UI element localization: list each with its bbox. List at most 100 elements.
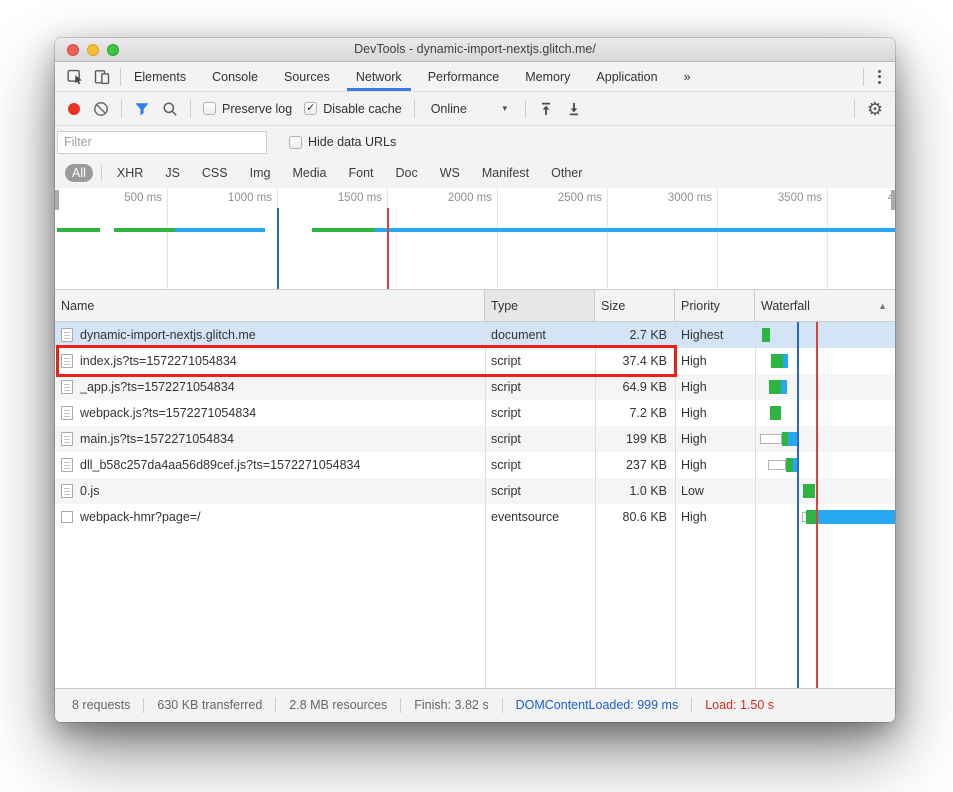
document-icon [61,406,73,420]
waterfall-bar-wait [770,406,781,420]
load-marker-line [387,208,389,289]
overview-gridline [167,188,168,289]
preserve-log-checkbox[interactable] [203,102,216,115]
overview-tick-label: 3000 ms [668,192,712,204]
table-row[interactable]: index.js?ts=1572271054834script37.4 KBHi… [55,348,895,374]
tab-network[interactable]: Network [343,62,415,91]
cell-size: 80.6 KB [595,504,675,530]
table-row[interactable]: 0.jsscript1.0 KBLow [55,478,895,504]
filter-chip-all[interactable]: All [65,164,93,182]
status-bar: 8 requests630 KB transferred2.8 MB resou… [55,688,895,722]
table-row[interactable]: _app.js?ts=1572271054834script64.9 KBHig… [55,374,895,400]
table-row[interactable]: dynamic-import-nextjs.glitch.medocument2… [55,322,895,348]
hide-data-urls-checkbox[interactable] [289,136,302,149]
tab-console[interactable]: Console [199,62,271,91]
settings-gear-icon[interactable]: ⚙ [867,100,883,118]
tab-overflow-chevron[interactable]: » [671,62,704,91]
column-header-priority[interactable]: Priority [675,290,755,321]
document-icon [61,380,73,394]
cell-size: 64.9 KB [595,374,675,400]
waterfall-bar-download [783,354,788,368]
filter-chip-doc[interactable]: Doc [389,164,425,182]
filter-chip-js[interactable]: JS [158,164,187,182]
filter-input[interactable] [57,131,267,154]
chevron-down-icon: ▼ [501,104,509,113]
waterfall-bar-wait [786,458,793,472]
overview-bar-wait [312,228,375,232]
document-icon [61,432,73,446]
waterfall-bar-queue [760,434,782,444]
network-toolbar: Preserve log Disable cache Online ▼ [55,92,895,126]
cell-type: script [485,400,595,426]
document-icon [61,484,73,498]
cell-priority: Highest [675,322,755,348]
waterfall-bar-queue [768,460,786,470]
export-har-icon[interactable] [566,101,582,117]
column-header-waterfall[interactable]: Waterfall▲ [755,290,895,321]
close-window-button[interactable] [67,44,79,56]
cell-priority: High [675,452,755,478]
overview-gripper-left[interactable] [55,190,59,210]
table-row[interactable]: dll_b58c257da4aa56d89cef.js?ts=157227105… [55,452,895,478]
record-network-log-button[interactable] [67,102,81,116]
tab-elements[interactable]: Elements [121,62,199,91]
tab-memory[interactable]: Memory [512,62,583,91]
zoom-window-button[interactable] [107,44,119,56]
table-row[interactable]: main.js?ts=1572271054834script199 KBHigh [55,426,895,452]
column-header-name[interactable]: Name [55,290,485,321]
overview-bar-download [375,228,895,232]
inspect-element-icon[interactable] [67,68,84,85]
more-options-icon[interactable] [864,62,895,91]
cell-waterfall [755,348,895,374]
waterfall-bar-wait [806,510,817,524]
filter-funnel-icon[interactable] [134,101,150,117]
search-icon[interactable] [162,101,178,117]
waterfall-bar-wait [803,484,815,498]
tab-performance[interactable]: Performance [415,62,513,91]
overview-tick-label: 500 ms [124,192,162,204]
tab-sources[interactable]: Sources [271,62,343,91]
cell-type: script [485,452,595,478]
filter-chip-other[interactable]: Other [544,164,589,182]
status-item: 2.8 MB resources [276,698,401,713]
cell-name: dll_b58c257da4aa56d89cef.js?ts=157227105… [55,452,485,478]
cell-size: 237 KB [595,452,675,478]
throttling-select[interactable]: Online ▼ [427,100,513,118]
cell-waterfall [755,504,895,530]
sort-ascending-icon: ▲ [878,301,887,311]
table-row[interactable]: webpack.js?ts=1572271054834script7.2 KBH… [55,400,895,426]
column-header-size[interactable]: Size [595,290,675,321]
resource-type-filters: All XHR JS CSS Img Media Font Doc WS Manifest Othe… [55,158,895,188]
disable-cache-checkbox[interactable] [304,102,317,115]
filter-chip-xhr[interactable]: XHR [110,164,150,182]
cell-type: script [485,374,595,400]
device-toolbar-icon[interactable] [94,69,110,85]
import-har-icon[interactable] [538,101,554,117]
overview-gridline [607,188,608,289]
table-row[interactable]: webpack-hmr?page=/eventsource80.6 KBHigh [55,504,895,530]
network-overview[interactable]: 500 ms1000 ms1500 ms2000 ms2500 ms3000 m… [55,188,895,290]
tab-application[interactable]: Application [583,62,670,91]
overview-tick-label: 1500 ms [338,192,382,204]
cell-waterfall [755,374,895,400]
overview-gripper-right[interactable] [891,190,895,210]
filter-row: Hide data URLs [55,126,895,158]
filter-chip-ws[interactable]: WS [433,164,467,182]
column-header-type[interactable]: Type [485,290,595,321]
overview-tick-label: 3500 ms [778,192,822,204]
cell-waterfall [755,478,895,504]
clear-network-log-icon[interactable] [93,101,109,117]
cell-waterfall [755,452,895,478]
cell-waterfall [755,426,895,452]
status-item: DOMContentLoaded: 999 ms [503,698,693,713]
filter-chip-img[interactable]: Img [243,164,278,182]
titlebar: DevTools - dynamic-import-nextjs.glitch.… [55,38,895,62]
minimize-window-button[interactable] [87,44,99,56]
filter-chip-font[interactable]: Font [342,164,381,182]
filter-chip-css[interactable]: CSS [195,164,235,182]
filter-chip-media[interactable]: Media [285,164,333,182]
cell-priority: High [675,504,755,530]
cell-name: main.js?ts=1572271054834 [55,426,485,452]
divider [190,100,191,118]
filter-chip-manifest[interactable]: Manifest [475,164,536,182]
